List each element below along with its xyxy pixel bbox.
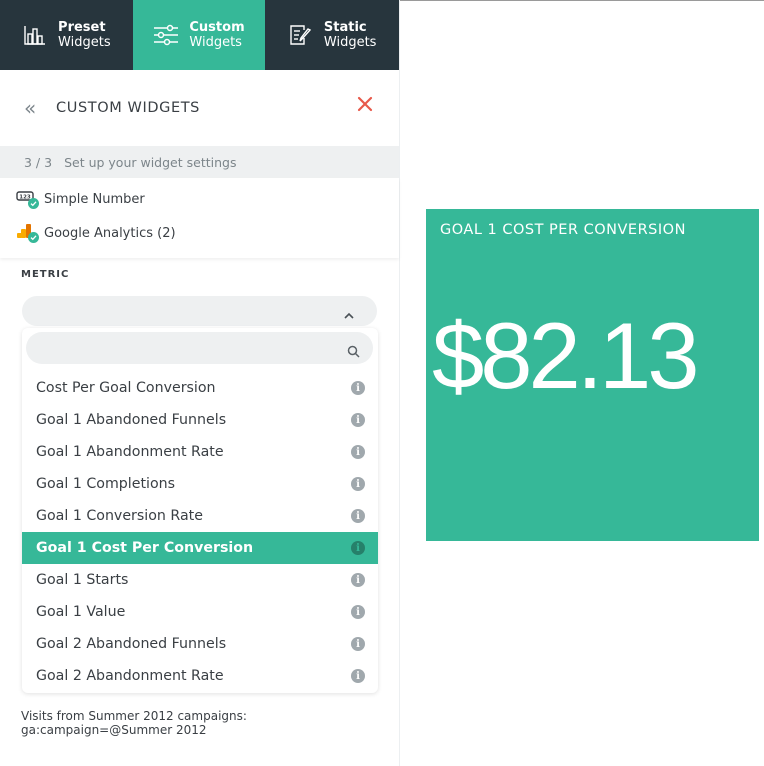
close-icon[interactable]: [355, 94, 375, 114]
info-icon[interactable]: i: [351, 669, 365, 683]
metric-option-label: Cost Per Goal Conversion: [36, 380, 216, 396]
number-widget-icon: 123: [16, 189, 40, 209]
metric-option-label: Goal 1 Completions: [36, 476, 176, 492]
info-icon[interactable]: i: [351, 413, 365, 427]
metric-option-label: Goal 1 Value: [36, 604, 126, 620]
tab-preset-widgets[interactable]: Preset Widgets: [0, 0, 133, 70]
step-indicator: 3 / 3 Set up your widget settings: [0, 146, 399, 178]
selected-summary: 123 Simple Number Google Analytics (2): [0, 178, 399, 258]
widget-type-tabs: Preset Widgets Custom Widgets Static Wid…: [0, 0, 399, 70]
metric-option-label: Goal 1 Conversion Rate: [36, 508, 203, 524]
metric-option-label: Goal 1 Abandonment Rate: [36, 444, 224, 460]
sliders-icon: [153, 22, 179, 48]
panel-header: « CUSTOM WIDGETS: [0, 70, 399, 146]
metric-option-label: Goal 1 Starts: [36, 572, 129, 588]
chevron-up-icon: [343, 305, 355, 324]
metric-option[interactable]: Goal 2 Abandoned Funnels i: [22, 628, 378, 660]
metric-search-input[interactable]: [26, 332, 373, 364]
segment-description-line2: ga:campaign=@Summer 2012: [21, 723, 207, 737]
info-icon[interactable]: i: [351, 541, 365, 555]
bar-chart-icon: [22, 22, 48, 48]
widget-title: GOAL 1 COST PER CONVERSION: [440, 222, 686, 238]
tab-label-bold: Preset: [58, 20, 106, 35]
tab-static-widgets[interactable]: Static Widgets: [265, 0, 399, 70]
tab-label: Widgets: [323, 35, 377, 50]
metric-dropdown: Cost Per Goal Conversion i Goal 1 Abandone…: [22, 328, 378, 693]
info-icon[interactable]: i: [351, 477, 365, 491]
metric-option[interactable]: Goal 1 Cost Per Conversion i: [22, 532, 378, 564]
search-icon: [347, 343, 360, 362]
check-icon: [28, 232, 39, 243]
metric-option[interactable]: Goal 1 Abandonment Rate i: [22, 436, 378, 468]
info-icon[interactable]: i: [351, 605, 365, 619]
selected-widget-label: Simple Number: [44, 191, 145, 207]
metric-option[interactable]: Cost Per Goal Conversion i: [22, 372, 378, 404]
metric-option[interactable]: Goal 1 Conversion Rate i: [22, 500, 378, 532]
check-icon: [28, 198, 39, 209]
info-icon[interactable]: i: [351, 381, 365, 395]
sidebar: Preset Widgets Custom Widgets Static Wid…: [0, 0, 400, 766]
tab-custom-widgets[interactable]: Custom Widgets: [132, 0, 266, 70]
tab-label: Widgets: [189, 35, 242, 50]
tab-label: Widgets: [58, 35, 111, 50]
metric-option-label: Goal 1 Cost Per Conversion: [36, 540, 254, 556]
step-text: Set up your widget settings: [64, 154, 237, 170]
selected-widget-type[interactable]: 123 Simple Number: [0, 182, 399, 216]
info-icon[interactable]: i: [351, 637, 365, 651]
metric-option[interactable]: Goal 1 Value i: [22, 596, 378, 628]
segment-description-line1: Visits from Summer 2012 campaigns:: [21, 709, 247, 723]
metric-select[interactable]: [22, 296, 377, 326]
metric-option[interactable]: Goal 1 Completions i: [22, 468, 378, 500]
metric-label: METRIC: [21, 269, 70, 280]
panel-title: CUSTOM WIDGETS: [56, 100, 200, 116]
metric-option[interactable]: Goal 2 Abandonment Rate i: [22, 660, 378, 692]
metric-option-label: Goal 2 Abandoned Funnels: [36, 636, 227, 652]
metric-options-list: Cost Per Goal Conversion i Goal 1 Abandone…: [22, 372, 378, 692]
info-icon[interactable]: i: [351, 573, 365, 587]
widget-value: $82.13: [432, 303, 700, 408]
metric-option-label: Goal 2 Abandonment Rate: [36, 668, 224, 684]
document-edit-icon: [288, 22, 314, 48]
step-number: 3 / 3: [24, 154, 53, 170]
info-icon[interactable]: i: [351, 445, 365, 459]
back-icon[interactable]: «: [24, 96, 54, 120]
segment-description: Visits from Summer 2012 campaigns: ga:ca…: [21, 709, 247, 737]
info-icon[interactable]: i: [351, 509, 365, 523]
metric-option[interactable]: Goal 1 Starts i: [22, 564, 378, 596]
metric-option[interactable]: Goal 1 Abandoned Funnels i: [22, 404, 378, 436]
google-analytics-icon: [16, 223, 40, 243]
selected-data-source[interactable]: Google Analytics (2): [0, 216, 399, 250]
tab-label-bold: Static: [323, 20, 367, 35]
tab-label-bold: Custom: [189, 20, 245, 35]
metric-option-label: Goal 1 Abandoned Funnels: [36, 412, 227, 428]
selected-source-label: Google Analytics (2): [44, 225, 176, 241]
widget-preview: GOAL 1 COST PER CONVERSION $82.13: [426, 209, 759, 541]
